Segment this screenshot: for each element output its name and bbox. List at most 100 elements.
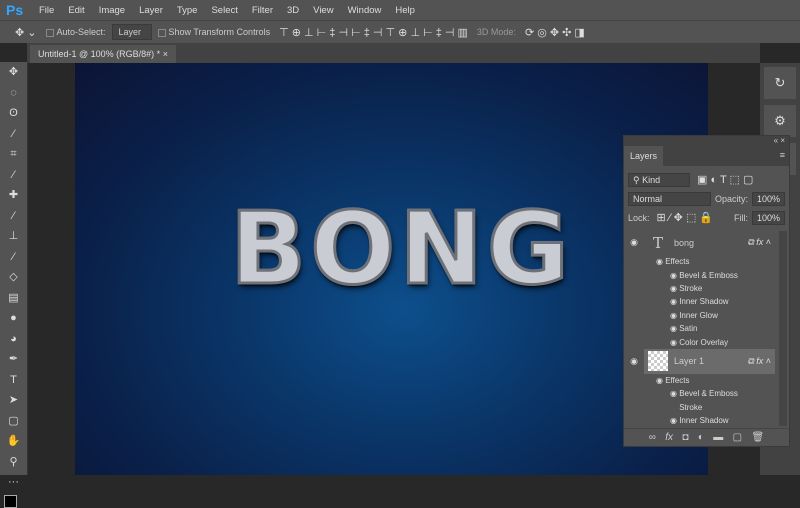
blend-mode-dropdown[interactable]: Normal bbox=[628, 191, 711, 206]
filter-kind-dropdown[interactable]: ⚲ Kind bbox=[628, 172, 690, 187]
align-icons[interactable]: ⊤ ⊕ ⊥ ⊢ ‡ ⊣ ⊢ ‡ ⊣ ⊤ ⊕ ⊥ ⊢ ‡ ⊣ ▥ bbox=[276, 26, 471, 39]
menu-filter[interactable]: Filter bbox=[245, 5, 280, 16]
auto-select-dropdown[interactable]: Layer bbox=[111, 24, 152, 40]
path-select-tool-icon[interactable]: ➤ bbox=[0, 390, 27, 411]
new-layer-icon[interactable]: ▢ bbox=[733, 432, 742, 443]
rectangle-tool-icon[interactable]: ▢ bbox=[0, 411, 27, 432]
effects-row[interactable]: ◉ Effects bbox=[624, 374, 789, 387]
effect-name: Inner Shadow bbox=[679, 297, 729, 307]
eye-icon[interactable]: ◉ bbox=[670, 389, 679, 398]
options-bar: ✥ ⌄ Auto-Select: Layer Show Transform Co… bbox=[0, 20, 800, 43]
lasso-tool-icon[interactable]: ʘ bbox=[0, 103, 27, 124]
brush-tool-icon[interactable]: ⁄ bbox=[0, 206, 27, 227]
visibility-eye-icon[interactable]: ◉ bbox=[624, 237, 644, 248]
move-tool-icon[interactable]: ✥ bbox=[0, 62, 27, 83]
properties-panel-icon[interactable]: ⚙ bbox=[764, 105, 796, 137]
opacity-input[interactable]: 100% bbox=[751, 191, 785, 206]
marquee-tool-icon[interactable]: ◌ bbox=[0, 83, 27, 104]
layer-row[interactable]: ◉ Tbong ⧉ fx ˄ bbox=[624, 230, 789, 255]
menu-window[interactable]: Window bbox=[341, 5, 389, 16]
toolbar: ✥ ◌ ʘ ⁄ ⌗ ⁄ ✚ ⁄ ⊥ ⁄ ◇ ▤ ● ◕ ✒ T ➤ ▢ ✋ ⚲ ··· bbox=[0, 62, 28, 508]
visibility-eye-icon[interactable]: ◉ bbox=[624, 356, 644, 367]
effect-item[interactable]: ◉ Inner Shadow bbox=[624, 295, 789, 308]
effect-name: Inner Shadow bbox=[679, 416, 729, 426]
mask-icon[interactable]: ◘ bbox=[682, 432, 688, 443]
eraser-tool-icon[interactable]: ◇ bbox=[0, 267, 27, 288]
effect-item[interactable]: ◉ Inner Shadow bbox=[624, 414, 789, 427]
effect-item[interactable]: ◉ Stroke bbox=[624, 401, 789, 414]
dodge-tool-icon[interactable]: ◕ bbox=[0, 329, 27, 350]
more-tool-icon[interactable]: ··· bbox=[0, 472, 27, 493]
panel-controls[interactable]: « × bbox=[624, 136, 789, 146]
opacity-label: Opacity: bbox=[714, 193, 748, 204]
menu-select[interactable]: Select bbox=[204, 5, 244, 16]
eye-icon[interactable]: ◉ bbox=[670, 297, 679, 306]
layers-footer: ∞ fx ◘ ◐ ▬ ▢ 🗑 bbox=[624, 428, 789, 446]
menu-3d[interactable]: 3D bbox=[280, 5, 306, 16]
effect-item[interactable]: ◉ Satin bbox=[624, 322, 789, 335]
fx-icon[interactable]: ⧉ fx ˄ bbox=[747, 237, 775, 248]
effects-row[interactable]: ◉ Effects bbox=[624, 255, 789, 268]
show-transform-checkbox[interactable]: Show Transform Controls bbox=[157, 27, 270, 37]
history-panel-icon[interactable]: ↻ bbox=[764, 67, 796, 99]
fill-input[interactable]: 100% bbox=[751, 210, 785, 225]
type-tool-icon[interactable]: T bbox=[0, 370, 27, 391]
fx-icon[interactable]: fx bbox=[665, 432, 673, 443]
magic-wand-tool-icon[interactable]: ⁄ bbox=[0, 124, 27, 145]
layer-name[interactable]: bong bbox=[674, 238, 694, 248]
fill-label: Fill: bbox=[733, 212, 748, 223]
effect-item[interactable]: ◉ Bevel & Emboss bbox=[624, 268, 789, 281]
gradient-tool-icon[interactable]: ▤ bbox=[0, 288, 27, 309]
filter-icons[interactable]: ▣ ◐ T ⬚ ▢ bbox=[694, 173, 756, 186]
menu-file[interactable]: File bbox=[32, 5, 61, 16]
menu-image[interactable]: Image bbox=[92, 5, 132, 16]
layer-name[interactable]: Layer 1 bbox=[674, 356, 704, 366]
pen-tool-icon[interactable]: ✒ bbox=[0, 349, 27, 370]
adjustment-icon[interactable]: ◐ bbox=[698, 432, 704, 443]
menu-layer[interactable]: Layer bbox=[132, 5, 170, 16]
eye-icon[interactable]: ◉ bbox=[656, 257, 665, 266]
eye-icon[interactable]: ◉ bbox=[670, 311, 679, 320]
link-icon[interactable]: ∞ bbox=[649, 432, 656, 443]
eyedropper-tool-icon[interactable]: ⁄ bbox=[0, 165, 27, 186]
move-tool-icon[interactable]: ✥ ⌄ bbox=[12, 26, 40, 39]
stamp-tool-icon[interactable]: ⊥ bbox=[0, 226, 27, 247]
eye-icon[interactable]: ◉ bbox=[656, 376, 665, 385]
eye-icon[interactable]: ◉ bbox=[670, 416, 679, 425]
zoom-tool-icon[interactable]: ⚲ bbox=[0, 452, 27, 473]
effects-label: Effects bbox=[665, 257, 690, 267]
foreground-color[interactable] bbox=[4, 494, 17, 508]
eye-icon[interactable]: ◉ bbox=[670, 271, 679, 280]
canvas[interactable]: BONG bbox=[75, 63, 708, 475]
effect-item[interactable]: ◉ Inner Glow bbox=[624, 309, 789, 322]
hand-tool-icon[interactable]: ✋ bbox=[0, 431, 27, 452]
layers-panel: « × Layers ≡ ⚲ Kind ▣ ◐ T ⬚ ▢ Normal Opac… bbox=[623, 135, 790, 447]
auto-select-checkbox[interactable]: Auto-Select: bbox=[45, 27, 106, 37]
menu-help[interactable]: Help bbox=[388, 5, 422, 16]
healing-tool-icon[interactable]: ✚ bbox=[0, 185, 27, 206]
trash-icon[interactable]: 🗑 bbox=[752, 432, 765, 443]
eye-icon[interactable]: ◉ bbox=[670, 284, 679, 293]
3d-mode-icons[interactable]: ⟳ ◎ ✥ ✣ ◨ bbox=[522, 26, 588, 39]
blur-tool-icon[interactable]: ● bbox=[0, 308, 27, 329]
folder-icon[interactable]: ▬ bbox=[713, 432, 723, 443]
crop-tool-icon[interactable]: ⌗ bbox=[0, 144, 27, 165]
document-tab[interactable]: Untitled-1 @ 100% (RGB/8#) * × bbox=[30, 45, 176, 63]
layer-row[interactable]: ◉ Layer 1 ⧉ fx ˄ bbox=[624, 348, 789, 374]
tab-layers[interactable]: Layers bbox=[624, 146, 664, 166]
effect-item[interactable]: ◉ Color Overlay bbox=[624, 335, 789, 348]
close-icon[interactable]: × bbox=[163, 49, 168, 59]
history-brush-tool-icon[interactable]: ⁄ bbox=[0, 247, 27, 268]
fx-icon[interactable]: ⧉ fx ˄ bbox=[747, 356, 775, 367]
effect-item[interactable]: ◉ Bevel & Emboss bbox=[624, 387, 789, 400]
lock-icons[interactable]: ⊞ ⁄ ✥ ⬚ 🔒 bbox=[654, 211, 717, 224]
menu-type[interactable]: Type bbox=[170, 5, 205, 16]
menu-edit[interactable]: Edit bbox=[61, 5, 91, 16]
layers-scrollbar[interactable] bbox=[779, 231, 787, 426]
menu-view[interactable]: View bbox=[306, 5, 340, 16]
eye-icon[interactable]: ◉ bbox=[670, 324, 679, 333]
eye-icon[interactable]: ◉ bbox=[670, 338, 679, 347]
effect-name: Stroke bbox=[679, 402, 703, 412]
effect-item[interactable]: ◉ Stroke bbox=[624, 282, 789, 295]
panel-menu-icon[interactable]: ≡ bbox=[780, 150, 785, 160]
